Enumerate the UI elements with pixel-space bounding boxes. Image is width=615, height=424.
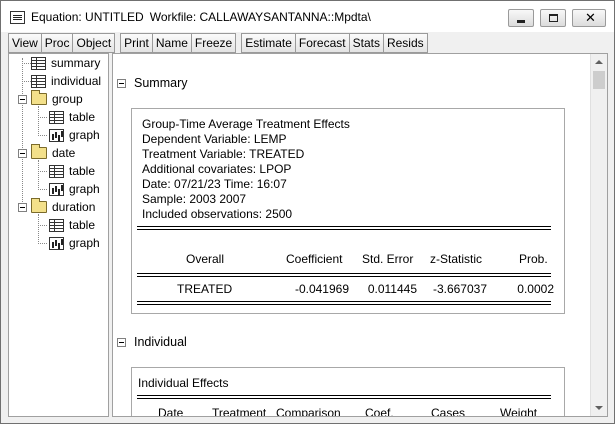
output-content: Summary Group-Time Average Treatment Eff… [112, 53, 608, 417]
header-line: Sample: 2003 2007 [142, 192, 247, 206]
cell-std-error: 0.011445 [367, 282, 417, 296]
summary-section-label: Summary [134, 76, 188, 90]
double-rule [137, 226, 551, 230]
minimize-button[interactable] [508, 9, 534, 27]
scroll-up-arrow-icon[interactable] [595, 60, 603, 64]
double-rule [137, 301, 551, 305]
window-title: Equation: UNTITLED Workfile: CALLAWAYSANT… [31, 10, 371, 24]
window-menu-icon[interactable] [10, 11, 25, 24]
freeze-button[interactable]: Freeze [190, 33, 237, 53]
summary-header-lines: Group-Time Average Treatment Effects Dep… [142, 117, 350, 222]
tree-item-date-table[interactable]: table [49, 163, 95, 179]
stats-button[interactable]: Stats [348, 33, 384, 53]
column-header-comparison: Comparison [276, 406, 341, 417]
folder-icon [31, 144, 47, 159]
column-header-weight: Weight [500, 406, 538, 417]
header-line: Included observations: 2500 [142, 207, 293, 221]
equation-window: Equation: UNTITLED Workfile: CALLAWAYSANT… [0, 0, 615, 424]
header-line: Additional covariates: LPOP [142, 162, 292, 176]
scroll-down-arrow-icon[interactable] [595, 406, 603, 410]
summary-section-header[interactable]: Summary [117, 76, 187, 90]
summary-collapse-toggle[interactable] [117, 78, 126, 88]
maximize-icon [549, 14, 558, 22]
folder-icon [31, 90, 47, 105]
cell-prob: 0.0002 [517, 282, 554, 296]
estimate-button[interactable]: Estimate [241, 33, 296, 53]
equation-name: Equation: UNTITLED [31, 10, 144, 24]
cell-coefficient: -0.041969 [294, 282, 349, 296]
duration-collapse-toggle[interactable] [18, 203, 27, 212]
column-header-prob: Prob. [519, 252, 548, 266]
tree-item-duration-graph[interactable]: graph [49, 235, 100, 251]
table-icon [49, 218, 64, 232]
individual-section-header[interactable]: Individual [117, 335, 187, 349]
tree-item-date-graph[interactable]: graph [49, 181, 100, 197]
minimize-icon [517, 20, 525, 23]
table-icon [49, 164, 64, 178]
tree-item-summary[interactable]: summary [31, 55, 100, 71]
column-header-cases: Cases [431, 406, 466, 417]
table-icon [49, 110, 64, 124]
title-bar[interactable]: Equation: UNTITLED Workfile: CALLAWAYSANT… [1, 1, 614, 32]
individual-collapse-toggle[interactable] [117, 337, 126, 347]
graph-icon [49, 182, 64, 196]
table-icon [31, 56, 46, 70]
cell-z-statistic: -3.667037 [432, 282, 487, 296]
column-header-date: Date [158, 406, 184, 417]
group-collapse-toggle[interactable] [18, 95, 27, 104]
close-button[interactable]: ✕ [572, 9, 606, 27]
tree-item-individual[interactable]: individual [31, 73, 101, 89]
proc-button[interactable]: Proc [40, 33, 74, 53]
tree-item-group-graph[interactable]: graph [49, 127, 100, 143]
scroll-thumb[interactable] [593, 71, 605, 89]
close-icon: ✕ [585, 10, 596, 25]
individual-table-title: Individual Effects [138, 376, 229, 390]
equation-toolbar: View Proc Object Print Name Freeze Estim… [8, 32, 608, 54]
tree-item-group-table[interactable]: table [49, 109, 95, 125]
maximize-button[interactable] [540, 9, 566, 27]
tree-item-date[interactable]: date [31, 144, 75, 161]
column-header-overall: Overall [186, 252, 225, 266]
column-header-treatment: Treatment [212, 406, 267, 417]
vertical-scrollbar[interactable] [590, 54, 607, 416]
tree-item-duration-table[interactable]: table [49, 217, 95, 233]
header-line: Group-Time Average Treatment Effects [142, 117, 350, 131]
row-label-treated: TREATED [177, 282, 233, 296]
workfile-name: Workfile: CALLAWAYSANTANNA::Mpdta\ [149, 10, 371, 24]
graph-icon [49, 236, 64, 250]
view-button[interactable]: View [8, 33, 42, 53]
resids-button[interactable]: Resids [382, 33, 428, 53]
forecast-button[interactable]: Forecast [294, 33, 350, 53]
tree-item-group[interactable]: group [31, 90, 83, 107]
double-rule [137, 395, 551, 399]
double-rule [137, 273, 551, 277]
column-header-std-error: Std. Error [362, 252, 414, 266]
object-button[interactable]: Object [72, 33, 116, 53]
print-button[interactable]: Print [120, 33, 153, 53]
column-header-z-statistic: z-Statistic [430, 252, 483, 266]
name-button[interactable]: Name [151, 33, 192, 53]
summary-table: Group-Time Average Treatment Effects Dep… [131, 108, 565, 314]
header-line: Date: 07/21/23 Time: 16:07 [142, 177, 287, 191]
column-header-coef: Coef. [365, 406, 394, 417]
graph-icon [49, 128, 64, 142]
header-line: Treatment Variable: TREATED [142, 147, 305, 161]
individual-section-label: Individual [134, 335, 187, 349]
tree-item-duration[interactable]: duration [31, 198, 95, 215]
output-tree[interactable]: summary individual group table graph dat… [8, 53, 109, 417]
folder-icon [31, 198, 47, 213]
date-collapse-toggle[interactable] [18, 149, 27, 158]
table-icon [31, 74, 46, 88]
individual-table: Individual Effects Date Treatment Compar… [131, 367, 565, 417]
header-line: Dependent Variable: LEMP [142, 132, 287, 146]
column-header-coefficient: Coefficient [286, 252, 343, 266]
